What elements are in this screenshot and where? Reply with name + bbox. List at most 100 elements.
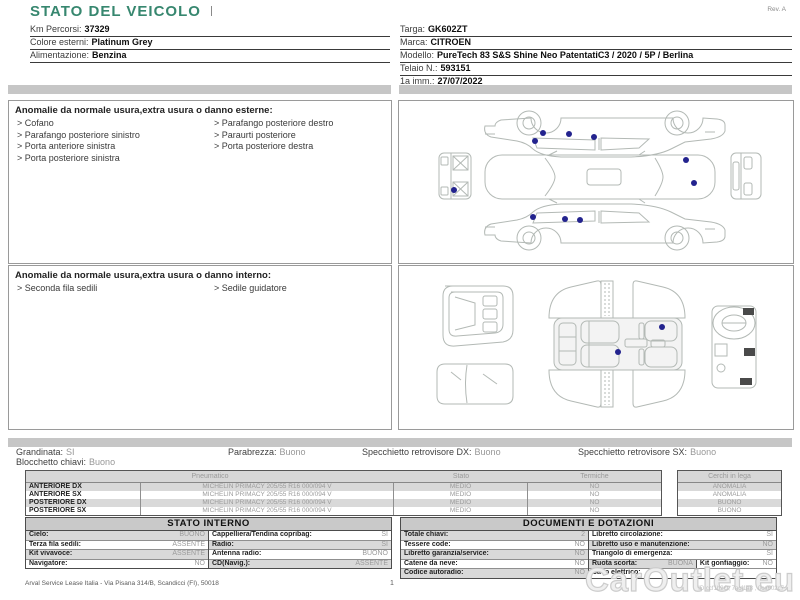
cerchi-header: Cerchi in lega [678, 471, 781, 483]
trunk-closed-view [436, 363, 514, 405]
interior-anomaly-list-left: Seconda fila sedili [17, 283, 98, 295]
table-row: Terza fila sedili: ASSENTE [26, 540, 208, 550]
table-row: Triangolo di emergenza: SI [589, 550, 776, 560]
exterior-damage-diagram [438, 110, 762, 251]
anomaly-item: Parafango posteriore destro [214, 118, 334, 130]
exterior-anomaly-list-right: Parafango posteriore destroParaurti post… [214, 118, 334, 153]
interior-damage-diagram [436, 280, 757, 408]
tyre-termiche: NO [528, 507, 661, 515]
exterior-diagram-panel [398, 100, 794, 264]
dashboard-view [711, 305, 757, 389]
table-row: Libretto garanzia/service: NO [401, 550, 588, 560]
info-row-modello: Modello: PureTech 83 S&S Shine Neo Patent… [400, 50, 792, 63]
tyre-header-pneumatico: Pneumatico [26, 471, 394, 483]
stato-interno-title: STATO INTERNO [26, 518, 391, 531]
table-row: Antenna radio: BUONO [209, 550, 391, 560]
interior-anomalies-title: Anomalie da normale usura,extra usura o … [15, 270, 272, 281]
tyre-stato: MEDIO [394, 507, 528, 515]
condition-blocchetto-chiavi: Blocchetto chiavi: Buono [16, 457, 115, 467]
divider-bar [8, 438, 792, 447]
info-label: Colore esterni: [30, 37, 89, 47]
damage-marker [532, 138, 538, 144]
divider-bar [399, 85, 792, 94]
tyre-position: ANTERIORE DX [26, 483, 141, 491]
watermark: CarOutlet.eu [584, 560, 795, 598]
info-row-alimentazione: Alimentazione: Benzina [30, 50, 390, 63]
tyre-table: Pneumatico Stato Termiche ANTERIORE DX M… [25, 470, 662, 516]
tyre-termiche: NO [528, 491, 661, 499]
info-value: PureTech 83 S&S Shine Neo PatentatiC3 / … [437, 50, 694, 60]
watermark-document-id: ID ccf1b2O, 7acf1a8 , 0ca602c7 [698, 586, 784, 592]
info-value: 593151 [440, 63, 471, 73]
damage-marker [540, 130, 546, 136]
anomaly-item: Parafango posteriore sinistro [17, 130, 140, 142]
damage-marker [659, 324, 665, 330]
info-value: GK602ZT [428, 24, 468, 34]
tyre-termiche: NO [528, 483, 661, 491]
tyre-header-stato: Stato [394, 471, 528, 483]
table-row: CD(Navig.): ASSENTE [209, 559, 391, 568]
tyre-header-termiche: Termiche [528, 471, 661, 483]
tyre-stato: MEDIO [394, 491, 528, 499]
interior-anomalies-panel: Anomalie da normale usura,extra usura o … [8, 265, 392, 430]
interior-anomaly-list-right: Sedile guidatore [214, 283, 287, 295]
damage-marker [530, 214, 536, 220]
condition-value: SI [66, 447, 75, 457]
table-row: Libretto circolazione: SI [589, 531, 776, 541]
anomaly-item: Sedile guidatore [214, 283, 287, 295]
tyre-position: POSTERIORE SX [26, 507, 141, 515]
cabin-plan-view [548, 280, 686, 408]
tyre-spec: MICHELIN PRIMACY 205/55 R16 000/094 V [141, 499, 394, 507]
tyre-spec: MICHELIN PRIMACY 205/55 R16 000/094 V [141, 507, 394, 515]
table-row: Navigatore: NO [26, 559, 208, 568]
car-plan-view [484, 150, 716, 204]
vehicle-info-right: Targa: GK602ZT Marca: CITROEN Modello: Pure… [400, 24, 792, 89]
cerchi-value: BUONO [678, 499, 781, 507]
table-row: Tessere code: NO [401, 540, 588, 550]
tyre-spec: MICHELIN PRIMACY 205/55 R16 000/094 V [141, 483, 394, 491]
interior-diagram-panel [398, 265, 794, 430]
documenti-title: DOCUMENTI E DOTAZIONI [401, 518, 776, 531]
info-value: CITROEN [430, 37, 472, 47]
revision-label: Rev. A [767, 6, 786, 13]
info-label: Km Percorsi: [30, 24, 82, 34]
footer-company-address: Arval Service Lease Italia - Via Pisana … [25, 580, 219, 587]
car-rear-view [730, 152, 762, 200]
damage-marker [451, 187, 457, 193]
info-label: Telaio N.: [400, 63, 438, 73]
condition-label: Blocchetto chiavi: [16, 457, 87, 467]
table-row: Cielo: BUONO [26, 531, 208, 541]
anomaly-item: Cofano [17, 118, 140, 130]
tyre-spec: MICHELIN PRIMACY 205/55 R16 000/094 V [141, 491, 394, 499]
tyre-termiche: NO [528, 499, 661, 507]
table-row: Totale chiavi: 2 [401, 531, 588, 541]
table-row: Radio: SI [209, 540, 391, 550]
footer-page-number: 1 [390, 580, 394, 587]
car-side-bottom-view [484, 203, 726, 251]
info-label: Marca: [400, 37, 428, 47]
info-row-colore: Colore esterni: Platinum Grey [30, 37, 390, 50]
condition-label: Grandinata: [16, 447, 64, 457]
info-row-targa: Targa: GK602ZT [400, 24, 792, 37]
anomaly-item: Paraurti posteriore [214, 130, 333, 142]
condition-label: Parabrezza: [228, 447, 277, 457]
condition-specchietto-dx: Specchietto retrovisore DX: Buono [362, 447, 501, 457]
tyre-position: ANTERIORE SX [26, 491, 141, 499]
cerchi-value: ANOMALIA [678, 491, 781, 499]
vehicle-report-page: STATO DEL VEICOLO Rev. A Km Percorsi: 373… [0, 0, 800, 600]
condition-value: Buono [690, 447, 717, 457]
damage-marker [691, 180, 697, 186]
info-label: Modello: [400, 50, 435, 60]
anomaly-item: Porta posteriore sinistra [17, 153, 140, 165]
damage-marker [562, 216, 568, 222]
tyre-position: POSTERIORE DX [26, 499, 141, 507]
table-row: Catene da neve: NO [401, 559, 588, 569]
info-value: Benzina [92, 50, 127, 60]
exterior-anomaly-list-left: CofanoParafango posteriore sinistro Porta… [17, 118, 140, 164]
exterior-anomalies-title: Anomalie da normale usura,extra usura o … [15, 105, 273, 116]
condition-specchietto-sx: Specchietto retrovisore SX: Buono [578, 447, 716, 457]
info-label: Alimentazione: [30, 50, 90, 60]
info-row-km: Km Percorsi: 37329 [30, 24, 390, 37]
info-row-marca: Marca: CITROEN [400, 37, 792, 50]
cerchi-value: BUONO [678, 507, 781, 515]
